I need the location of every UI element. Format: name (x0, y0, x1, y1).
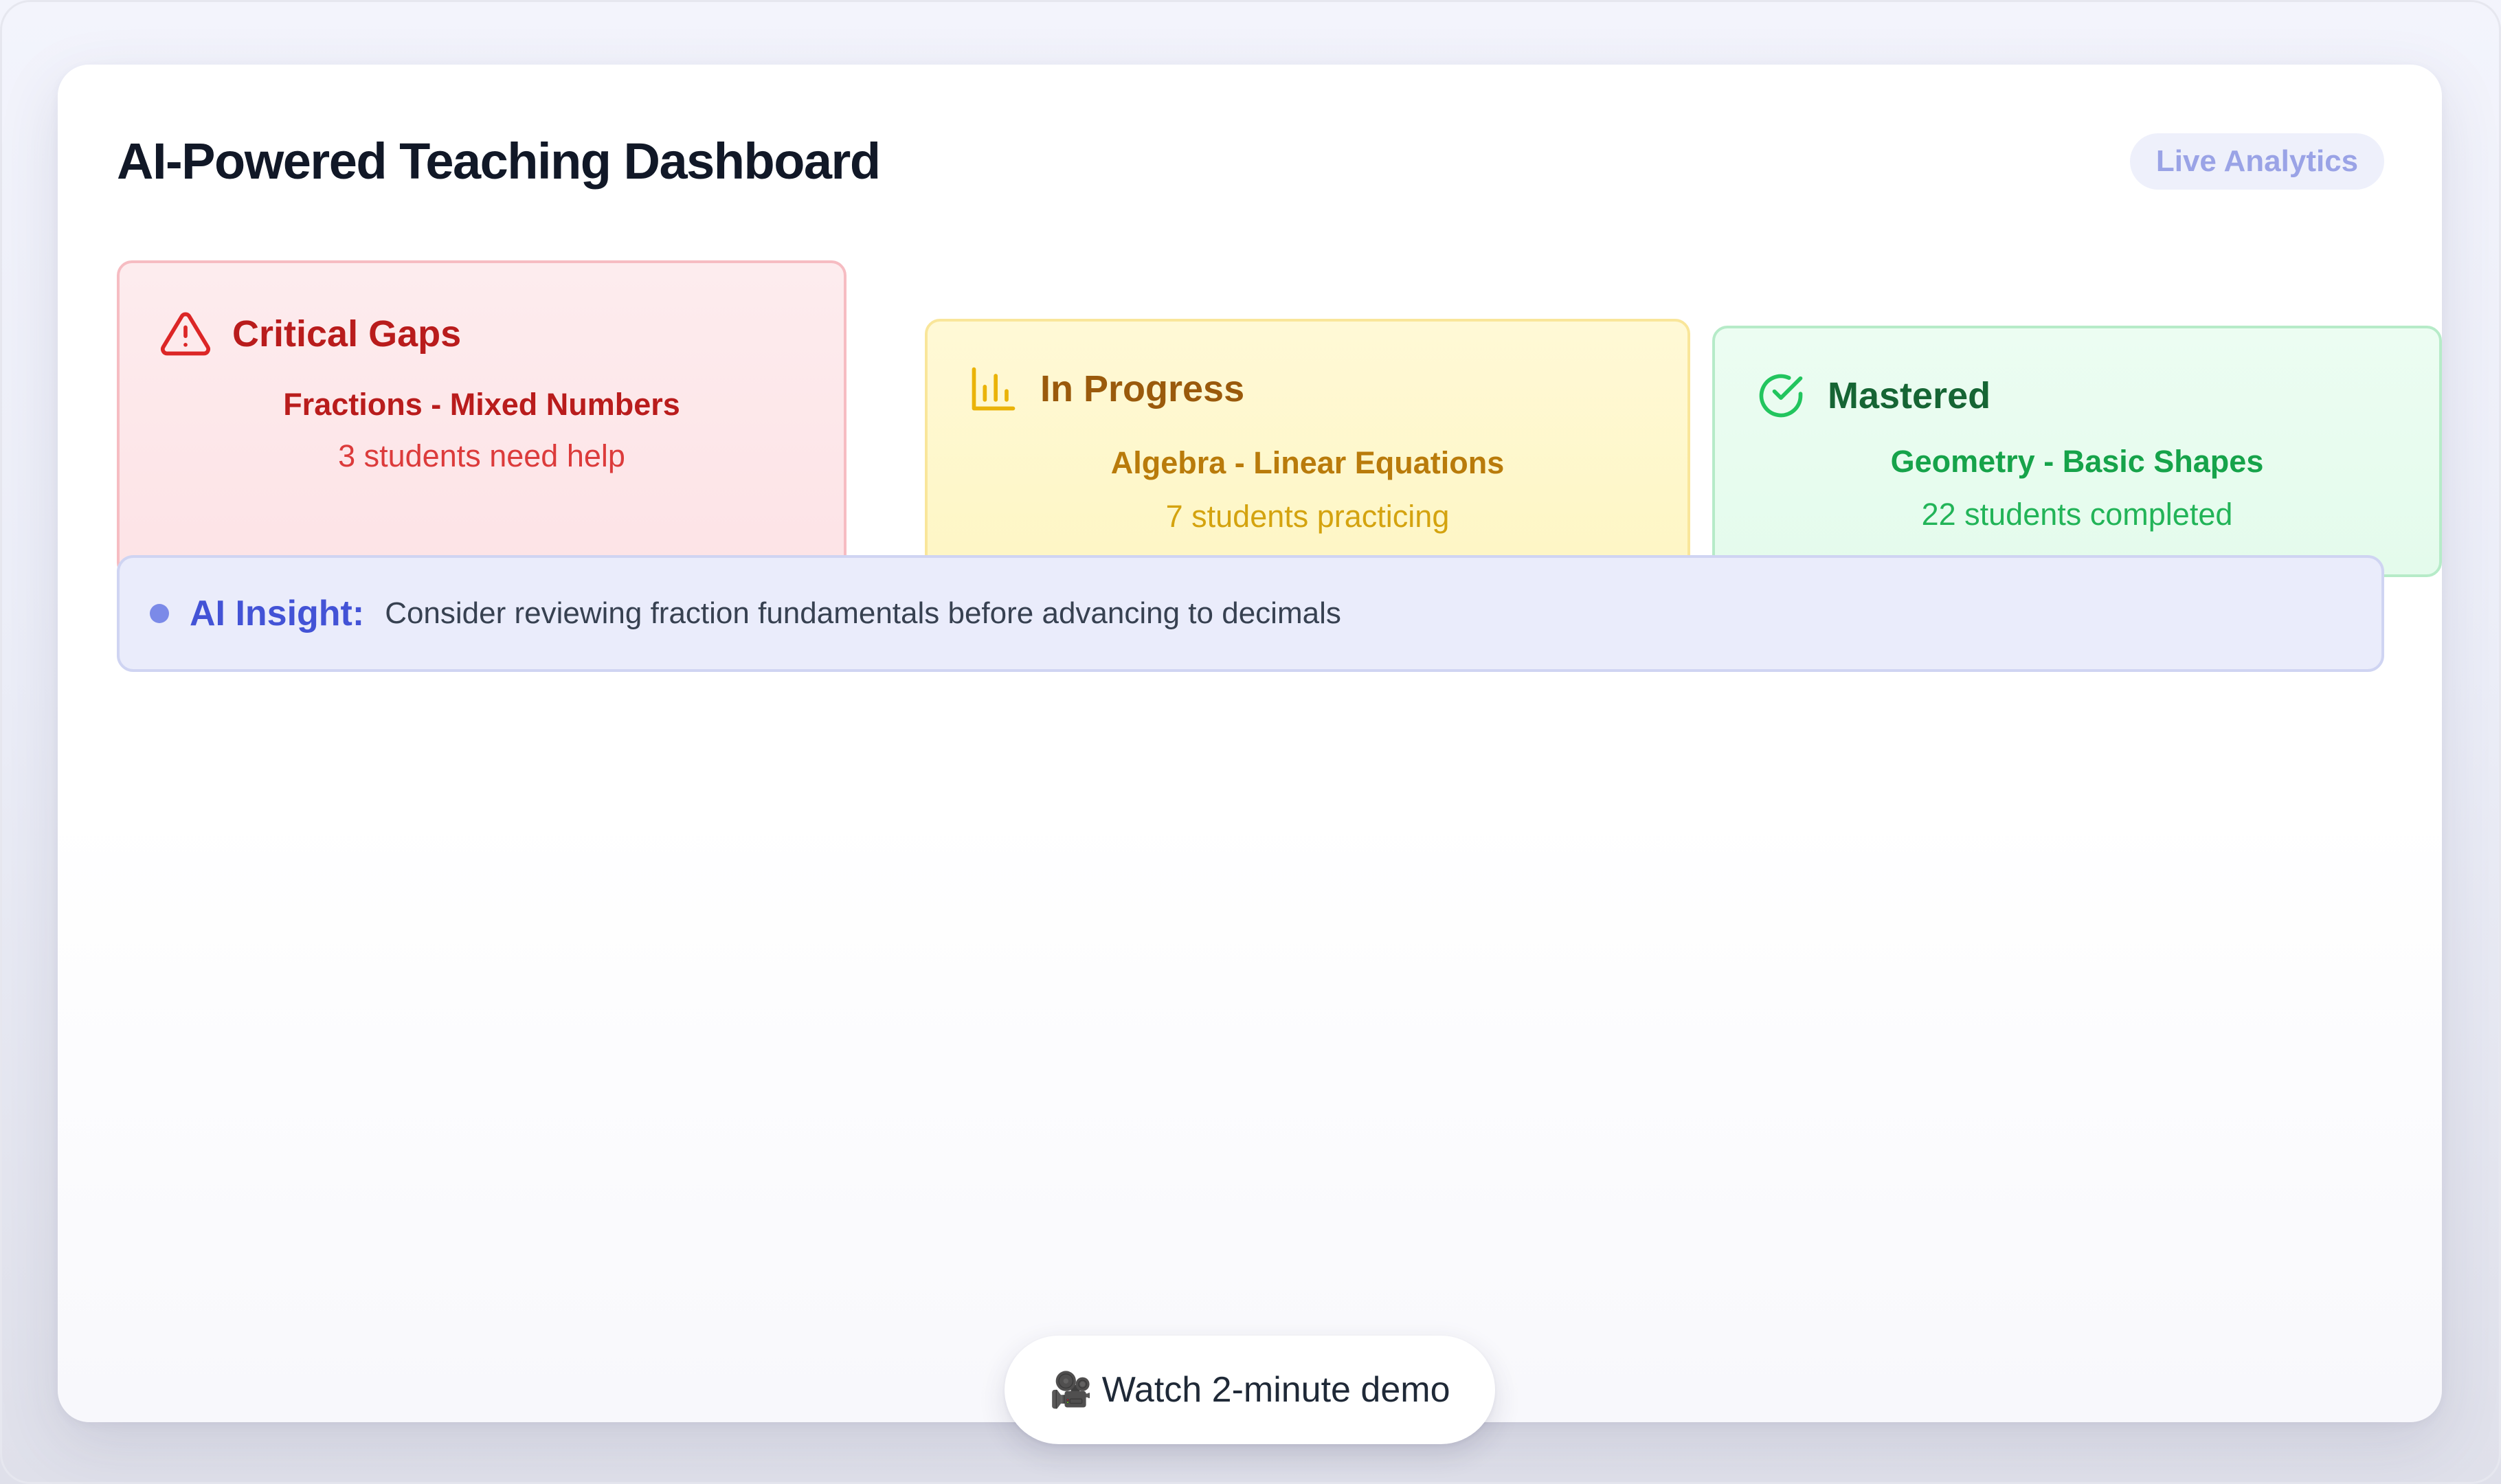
dashboard-card: AI-Powered Teaching Dashboard Live Analy… (58, 65, 2442, 1422)
card-detail: 7 students practicing (1165, 499, 1450, 534)
card-topic: Geometry - Basic Shapes (1890, 444, 2264, 479)
critical-gaps-card[interactable]: Critical Gaps Fractions - Mixed Numbers … (117, 260, 846, 578)
card-detail: 22 students completed (1921, 497, 2233, 532)
in-progress-card[interactable]: In Progress Algebra - Linear Equations 7… (925, 319, 1690, 583)
warning-triangle-icon (159, 308, 212, 360)
watch-demo-button[interactable]: 🎥 Watch 2-minute demo (1005, 1336, 1495, 1444)
page-title: AI-Powered Teaching Dashboard (117, 133, 881, 190)
live-analytics-badge: Live Analytics (2130, 133, 2384, 190)
ai-insight-banner: AI Insight: Consider reviewing fraction … (117, 555, 2384, 672)
demo-button-label: Watch 2-minute demo (1101, 1370, 1450, 1410)
bar-chart-icon (967, 363, 1020, 415)
insight-label: AI Insight: (190, 594, 365, 633)
card-detail: 3 students need help (338, 438, 625, 473)
card-topic: Algebra - Linear Equations (1110, 445, 1505, 480)
mastered-card[interactable]: Mastered Geometry - Basic Shapes 22 stud… (1712, 326, 2442, 577)
status-dot-icon (150, 604, 169, 623)
insight-text: Consider reviewing fraction fundamentals… (385, 596, 1341, 630)
check-circle-icon (1755, 370, 1807, 422)
card-label: In Progress (1040, 368, 1245, 409)
card-label: Mastered (1828, 375, 1991, 416)
movie-camera-icon: 🎥 (1049, 1370, 1092, 1409)
card-label: Critical Gaps (232, 313, 462, 355)
card-topic: Fractions - Mixed Numbers (283, 387, 680, 422)
